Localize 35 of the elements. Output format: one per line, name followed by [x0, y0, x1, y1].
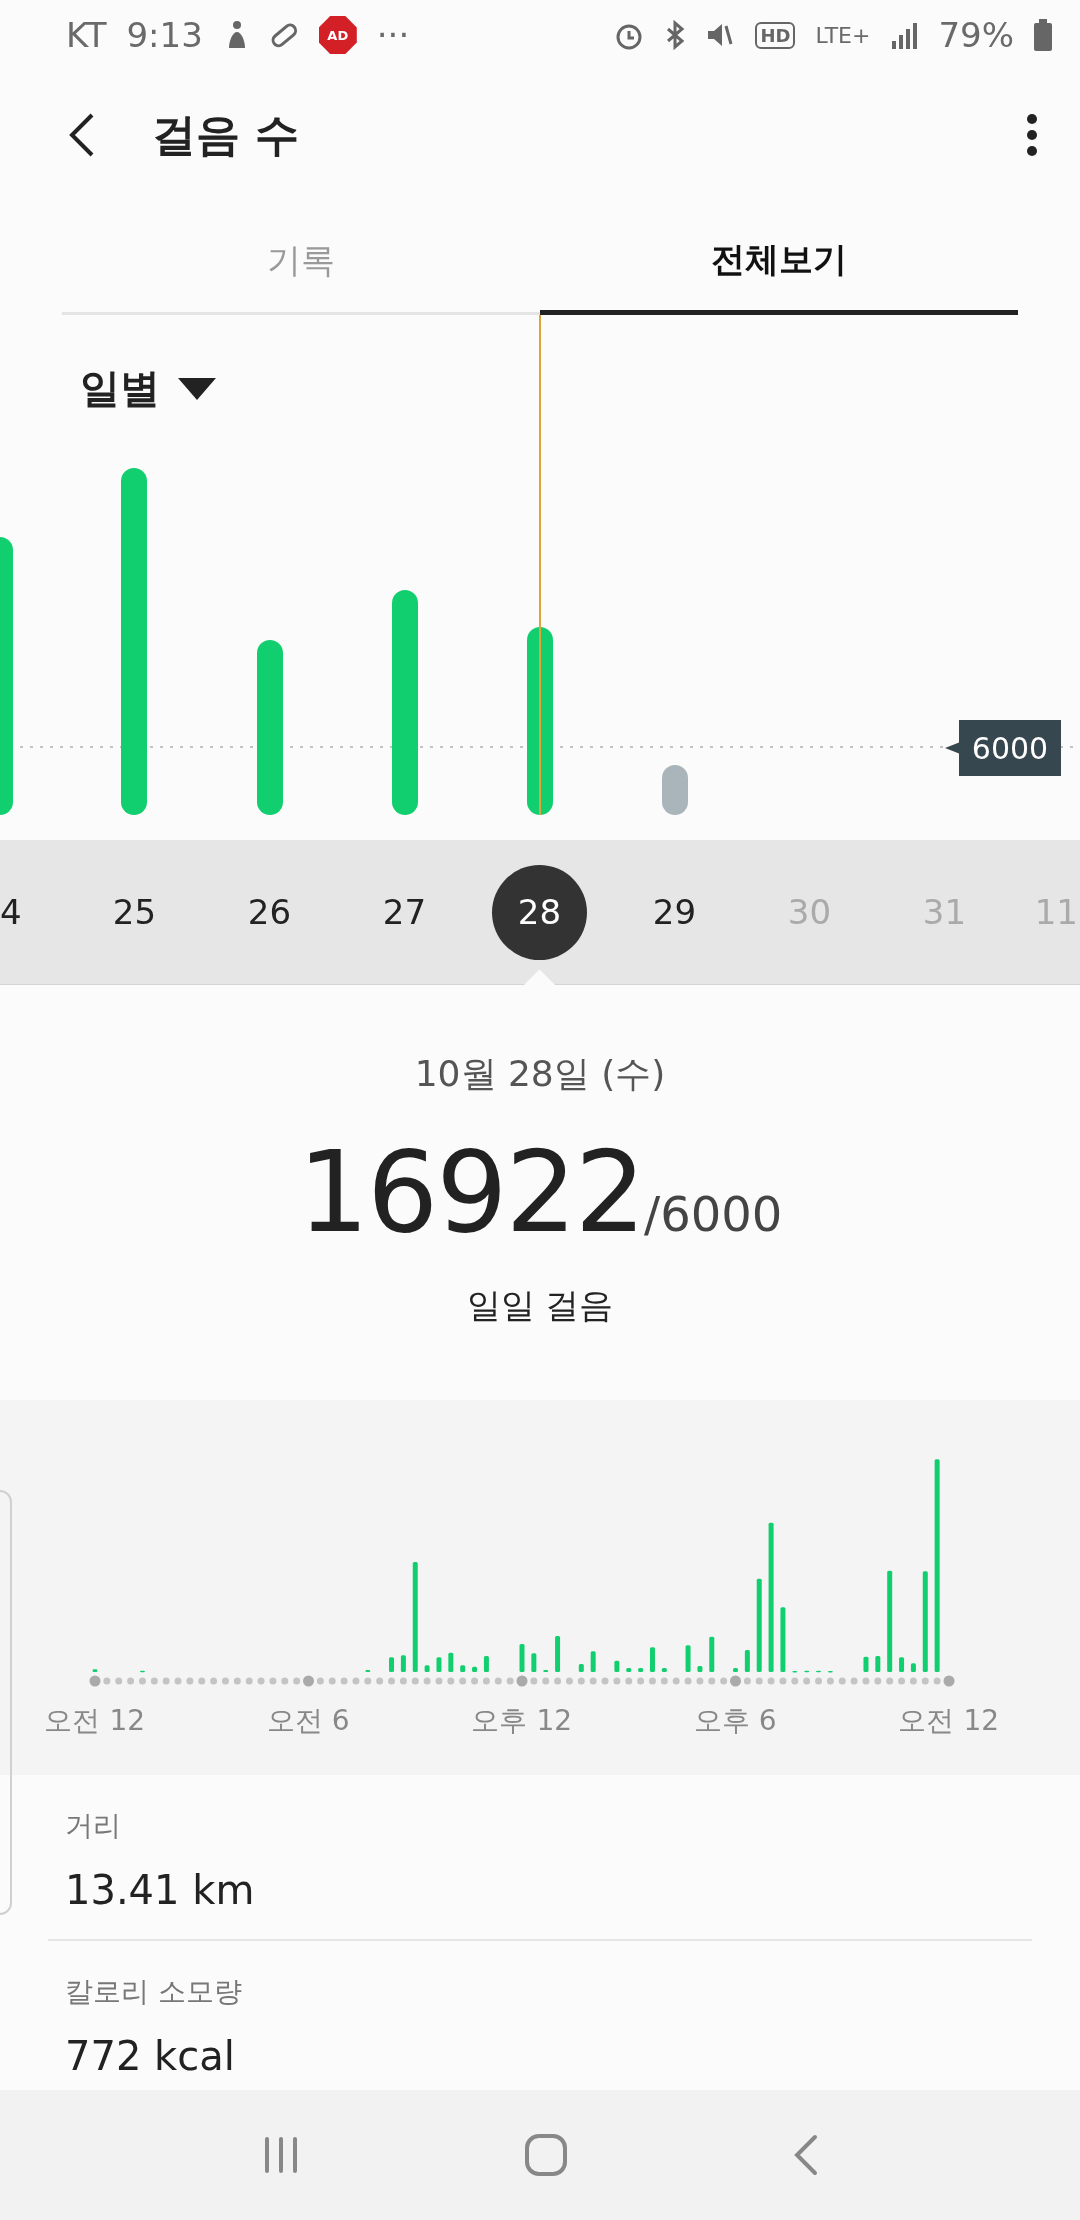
signal-icon [890, 21, 919, 49]
period-dropdown[interactable]: 일별 [70, 355, 226, 422]
bluetooth-icon [665, 20, 686, 50]
daily-steps-caption: 일일 걸음 [466, 1284, 614, 1327]
hd-voice-icon: HD [755, 21, 796, 49]
stat-value: 13.41 km [65, 1867, 256, 1913]
date-item[interactable]: 26 [202, 839, 337, 985]
carrier-text: KT [66, 15, 107, 55]
ad-blocker-icon: AD [318, 16, 357, 54]
axis-label: 오전 12 [43, 1703, 146, 1739]
battery-percent-text: 79% [938, 15, 1014, 55]
date-item[interactable]: 27 [337, 839, 472, 985]
step-count: 16922 [297, 1127, 644, 1257]
step-goal: /6000 [644, 1186, 783, 1242]
axis-label: 오후 6 [692, 1703, 778, 1739]
battery-icon [1034, 19, 1052, 51]
more-options-icon [1026, 113, 1038, 157]
stat-label: 거리 [65, 1808, 122, 1844]
goal-label: 6000 [945, 720, 1061, 776]
page-title: 걸음 수 [152, 107, 301, 162]
date-item[interactable]: 25 [67, 839, 202, 985]
more-notifications-text: ··· [376, 15, 410, 55]
stat-value: 772 kcal [65, 2033, 236, 2079]
time-text: 9:13 [126, 15, 203, 55]
stat-label: 칼로리 소모량 [65, 1974, 243, 2010]
date-item[interactable]: 29 [607, 839, 742, 985]
tab[interactable]: 전체보기 [540, 200, 1018, 315]
network-type-text: LTE+ [815, 22, 871, 48]
date-item[interactable]: 28 [472, 839, 607, 985]
date-item[interactable]: 4 [0, 839, 67, 985]
axis-label: 오후 12 [470, 1703, 573, 1739]
selected-date: 10월 28일 (수) [414, 1052, 666, 1096]
axis-label: 오전 12 [897, 1703, 1000, 1739]
caret-icon [178, 377, 216, 400]
axis-label: 오전 6 [265, 1703, 351, 1739]
